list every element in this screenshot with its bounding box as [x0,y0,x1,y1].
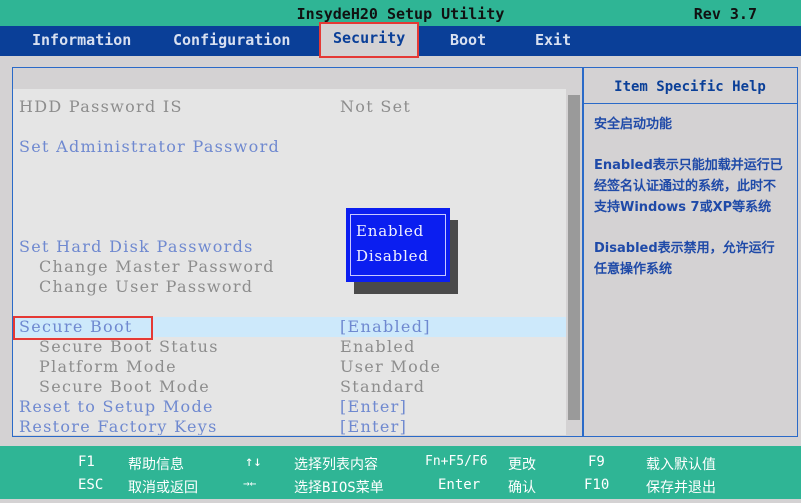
option-enabled[interactable]: Enabled [356,222,424,240]
key-f1: F1 [78,454,95,470]
tab-boot[interactable]: Boot [450,31,486,49]
row-restore-factory-keys[interactable]: Restore Factory Keys [Enter] [13,417,566,435]
menu-tabs: Information Configuration Security Boot … [0,22,801,58]
key-f10: F10 [584,477,610,493]
app-title: InsydeH20 Setup Utility [296,5,505,23]
key-arrows-leftright: →← [243,477,257,490]
help-paragraph: 安全启动功能 [594,117,673,132]
row-label: Set Hard Disk Passwords [19,237,254,256]
row-change-user-password[interactable]: Change User Password [13,277,566,297]
settings-pane: HDD Password IS Not Set Set Administrator… [13,68,584,436]
row-secure-boot-status: Secure Boot Status Enabled [13,337,566,357]
row-secure-boot-mode: Secure Boot Mode Standard [13,377,566,397]
help-paragraph: Disabled表示禁用，允许运行任意操作系统 [594,241,775,277]
option-disabled[interactable]: Disabled [356,247,429,265]
key-fn-f5-f6: Fn+F5/F6 [425,454,488,469]
row-value[interactable]: [Enabled] [340,317,431,337]
row-value: [Enter] [340,417,408,435]
help-pane: Item Specific Help 安全启动功能 Enabled表示只能加载并… [583,68,797,436]
key-desc: 载入默认值 [646,457,716,473]
key-desc: 确认 [508,480,536,496]
row-change-master-password[interactable]: Change Master Password [13,257,566,277]
row-label: Change Master Password [39,257,275,276]
key-legend: F1 帮助信息 ↑↓ 选择列表内容 Fn+F5/F6 更改 F9 载入默认值 E… [0,446,801,499]
row-value: [Enter] [340,397,408,416]
key-desc: 选择列表内容 [294,457,378,473]
key-desc: 保存并退出 [646,480,716,496]
key-desc: 选择BIOS菜单 [294,480,384,496]
tab-information[interactable]: Information [32,31,131,49]
row-label: Secure Boot Mode [39,377,210,396]
key-enter: Enter [438,477,481,493]
key-desc: 更改 [508,457,536,473]
row-set-hdd-passwords[interactable]: Set Hard Disk Passwords [13,237,566,257]
row-platform-mode: Platform Mode User Mode [13,357,566,377]
tab-configuration[interactable]: Configuration [173,31,290,49]
key-desc: 帮助信息 [128,457,184,473]
row-label: Secure Boot [19,317,133,336]
scrollbar[interactable] [568,95,580,420]
row-secure-boot[interactable]: Secure Boot [Enabled] [13,316,566,340]
option-popup: Enabled Disabled [346,208,450,282]
help-text: 安全启动功能 Enabled表示只能加载并运行已经签名认证通过的系统，此时不支持… [583,104,797,310]
help-title: Item Specific Help [583,68,797,104]
row-label: Platform Mode [39,357,177,376]
row-label: Restore Factory Keys [19,417,218,435]
row-label: HDD Password IS [19,97,183,116]
row-label: Reset to Setup Mode [19,397,214,416]
row-value: Standard [340,377,426,396]
key-desc: 取消或返回 [128,480,198,496]
row-set-admin-password[interactable]: Set Administrator Password [13,137,566,157]
row-value: Not Set [340,97,412,116]
row-reset-setup-mode[interactable]: Reset to Setup Mode [Enter] [13,397,566,417]
revision: Rev 3.7 [693,5,757,23]
key-arrows-updown: ↑↓ [245,454,262,470]
row-value: User Mode [340,357,442,376]
row-label: Change User Password [39,277,254,296]
key-f9: F9 [588,454,605,470]
row-hdd-password: HDD Password IS Not Set [13,97,566,117]
row-value: Enabled [340,337,416,356]
settings-list: HDD Password IS Not Set Set Administrator… [13,89,566,435]
row-label: Set Administrator Password [19,137,281,156]
tab-security[interactable]: Security [319,22,420,58]
row-label: Secure Boot Status [39,337,219,356]
help-paragraph: Enabled表示只能加载并运行已经签名认证通过的系统，此时不支持Windows… [594,158,783,215]
key-esc: ESC [78,477,104,493]
tab-exit[interactable]: Exit [535,31,571,49]
